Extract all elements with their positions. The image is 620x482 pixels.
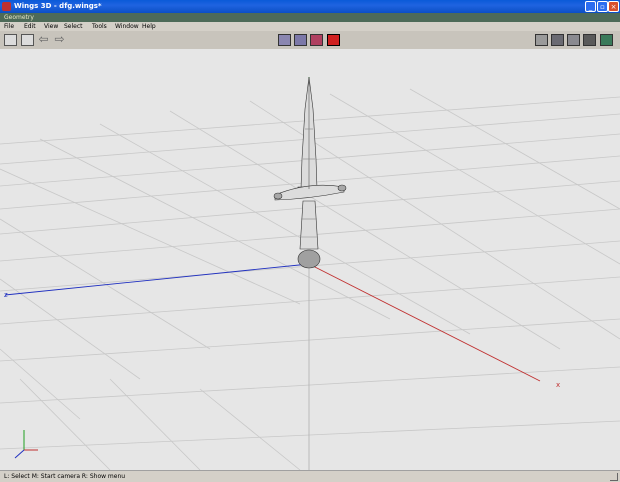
x-axis-label: x: [556, 381, 560, 389]
app-icon[interactable]: [2, 2, 11, 11]
sword-model[interactable]: [273, 76, 347, 269]
geometry-label: Geometry: [4, 14, 34, 21]
menu-window[interactable]: Window: [115, 22, 139, 31]
orthographic-icon[interactable]: [583, 34, 596, 46]
save-file-icon[interactable]: [21, 34, 34, 46]
smooth-shaded-icon[interactable]: [551, 34, 564, 46]
status-text: L: Select M: Start camera R: Show menu: [4, 473, 126, 480]
open-file-icon[interactable]: [4, 34, 17, 46]
3d-viewport[interactable]: x z: [0, 49, 620, 470]
body-select-icon[interactable]: [327, 34, 340, 46]
menu-select[interactable]: Select: [64, 22, 83, 31]
menu-edit[interactable]: Edit: [24, 22, 36, 31]
face-select-icon[interactable]: [310, 34, 323, 46]
redo-arrow-icon[interactable]: ⇨: [53, 33, 66, 46]
maximize-button[interactable]: ▫: [597, 1, 608, 12]
vertex-select-icon[interactable]: [278, 34, 291, 46]
menu-tools[interactable]: Tools: [92, 22, 107, 31]
title-bar[interactable]: Wings 3D - dfg.wings* _ ▫ ×: [0, 0, 620, 13]
menu-bar: File Edit View Select Tools Window Help: [0, 22, 620, 31]
scene-canvas: x z: [0, 76, 620, 470]
menu-help[interactable]: Help: [142, 22, 156, 31]
edge-select-icon[interactable]: [294, 34, 307, 46]
geometry-window-bar[interactable]: Geometry: [0, 13, 620, 22]
workmode-icon[interactable]: [535, 34, 548, 46]
x-axis-line: [308, 263, 541, 382]
minimize-button[interactable]: _: [585, 1, 596, 12]
wireframe-icon[interactable]: [567, 34, 580, 46]
window-title: Wings 3D - dfg.wings*: [14, 2, 102, 10]
close-button[interactable]: ×: [608, 1, 619, 12]
toolbar: ⇦ ⇨: [0, 31, 620, 50]
undo-arrow-icon[interactable]: ⇦: [37, 33, 50, 46]
status-bar: L: Select M: Start camera R: Show menu: [0, 470, 620, 482]
z-axis-label: z: [4, 291, 8, 299]
menu-file[interactable]: File: [4, 22, 14, 31]
axis-gizmo: [14, 430, 38, 459]
axes-icon[interactable]: [600, 34, 613, 46]
z-axis-line: [4, 263, 310, 296]
resize-grip-icon[interactable]: [610, 473, 618, 481]
menu-view[interactable]: View: [44, 22, 58, 31]
